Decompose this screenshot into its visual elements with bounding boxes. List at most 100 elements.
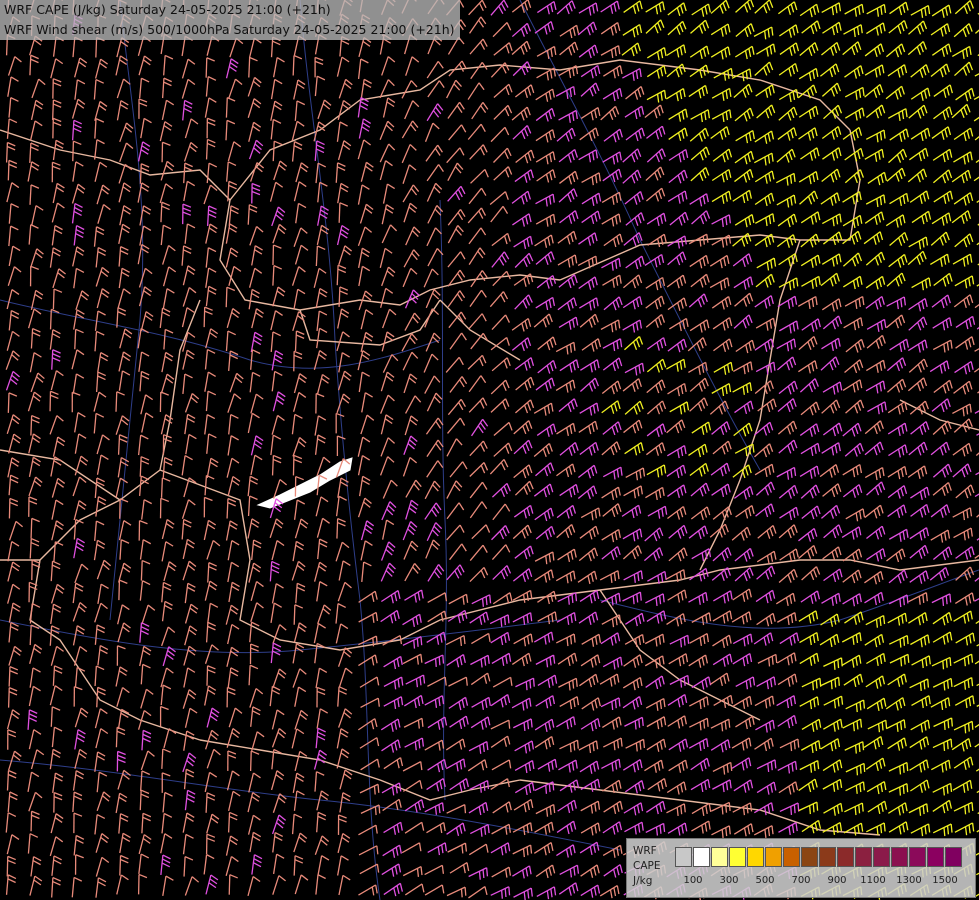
wind-barb (799, 696, 820, 710)
wind-barb (688, 443, 708, 458)
wind-barb (183, 730, 195, 751)
wind-barb (96, 559, 112, 580)
wind-barb (93, 412, 105, 434)
wind-barb (162, 791, 173, 813)
wind-barb (141, 604, 156, 625)
wind-barb (360, 161, 374, 182)
wind-barb (470, 418, 489, 437)
wind-barb (801, 677, 822, 691)
wind-barb (447, 417, 466, 434)
legend-color-swatches (675, 847, 963, 867)
wind-barb (448, 311, 467, 329)
wind-barb (404, 821, 425, 834)
wind-barb (448, 676, 468, 687)
legend-swatch (819, 847, 836, 867)
wind-barb (74, 563, 89, 584)
wind-barb (74, 455, 89, 476)
wind-barb (293, 79, 306, 100)
wind-barbs-layer (5, 0, 979, 900)
wind-barb (467, 207, 487, 224)
wind-barb (867, 171, 888, 186)
wind-barb (711, 87, 732, 101)
wind-barb (115, 726, 126, 748)
wind-barb (646, 212, 667, 227)
wind-barb (247, 412, 260, 434)
wind-barb (468, 886, 488, 899)
wind-barb (932, 339, 953, 353)
wind-barb (557, 799, 577, 814)
wind-barb (7, 583, 21, 604)
wind-barb (863, 231, 884, 245)
wind-barb (295, 162, 309, 183)
wind-barb (624, 362, 645, 376)
wind-barb (865, 129, 886, 143)
wind-barb (801, 20, 821, 35)
wind-barb (624, 191, 644, 205)
wind-barb (688, 293, 708, 308)
wind-barb (405, 499, 419, 520)
wind-barb (272, 875, 287, 895)
wind-barb (118, 520, 132, 541)
wind-barb (953, 127, 974, 142)
wind-barb (228, 707, 243, 728)
wind-barb (225, 835, 239, 856)
wind-barb (315, 667, 328, 689)
wind-barb (206, 162, 218, 184)
wind-barb (580, 82, 600, 97)
wind-barb (229, 37, 244, 58)
wind-barb (844, 295, 865, 309)
wind-barb (537, 336, 557, 351)
wind-barb (668, 148, 689, 163)
wind-barb (622, 759, 643, 773)
wind-barb (776, 234, 797, 248)
wind-barb (427, 676, 447, 687)
wind-barb (690, 273, 710, 288)
wind-barb (358, 845, 379, 856)
wind-barb (449, 862, 470, 874)
wind-barb (140, 688, 154, 709)
wind-barb (229, 372, 244, 393)
wind-barb (160, 477, 171, 498)
wind-barb (447, 842, 468, 854)
cape-legend: WRF CAPE J/kg 100 300 500 700 900 1100 1300 150… (626, 838, 976, 898)
wind-barb (778, 568, 798, 583)
wind-barb (866, 318, 887, 332)
wind-barb (666, 803, 686, 817)
wind-barb (623, 802, 644, 816)
wind-barb (140, 311, 154, 332)
wind-barb (427, 610, 447, 623)
wind-barb (889, 338, 909, 352)
wind-barb (801, 718, 822, 732)
wind-barb (72, 36, 83, 58)
wind-barb (491, 314, 510, 331)
wind-barb (952, 253, 973, 267)
wind-barb (865, 295, 885, 310)
wind-barb (227, 750, 237, 771)
wind-barb (30, 856, 42, 877)
wind-barb (380, 718, 401, 732)
wind-barb (71, 98, 86, 119)
wind-barb (471, 696, 491, 710)
wind-barb (646, 442, 666, 456)
wind-barb (28, 476, 43, 497)
wind-barb (688, 84, 709, 99)
wind-barb (75, 290, 90, 311)
wind-barb (8, 665, 19, 687)
wind-barb (799, 632, 819, 646)
wind-barb (885, 214, 906, 228)
wind-barb (887, 64, 908, 78)
wind-barb (445, 635, 466, 646)
wind-barb (864, 441, 884, 456)
wind-barb (272, 140, 283, 162)
wind-barb (8, 497, 19, 519)
wind-barb (360, 309, 374, 330)
wind-barb (955, 484, 975, 499)
wind-barb (228, 790, 241, 811)
wind-barb (535, 377, 555, 392)
wind-barb (184, 582, 196, 604)
wind-barb (603, 233, 623, 248)
wind-barb (646, 47, 667, 61)
wind-barb (469, 501, 488, 519)
wind-barb (469, 481, 488, 499)
wind-barb (909, 190, 930, 204)
